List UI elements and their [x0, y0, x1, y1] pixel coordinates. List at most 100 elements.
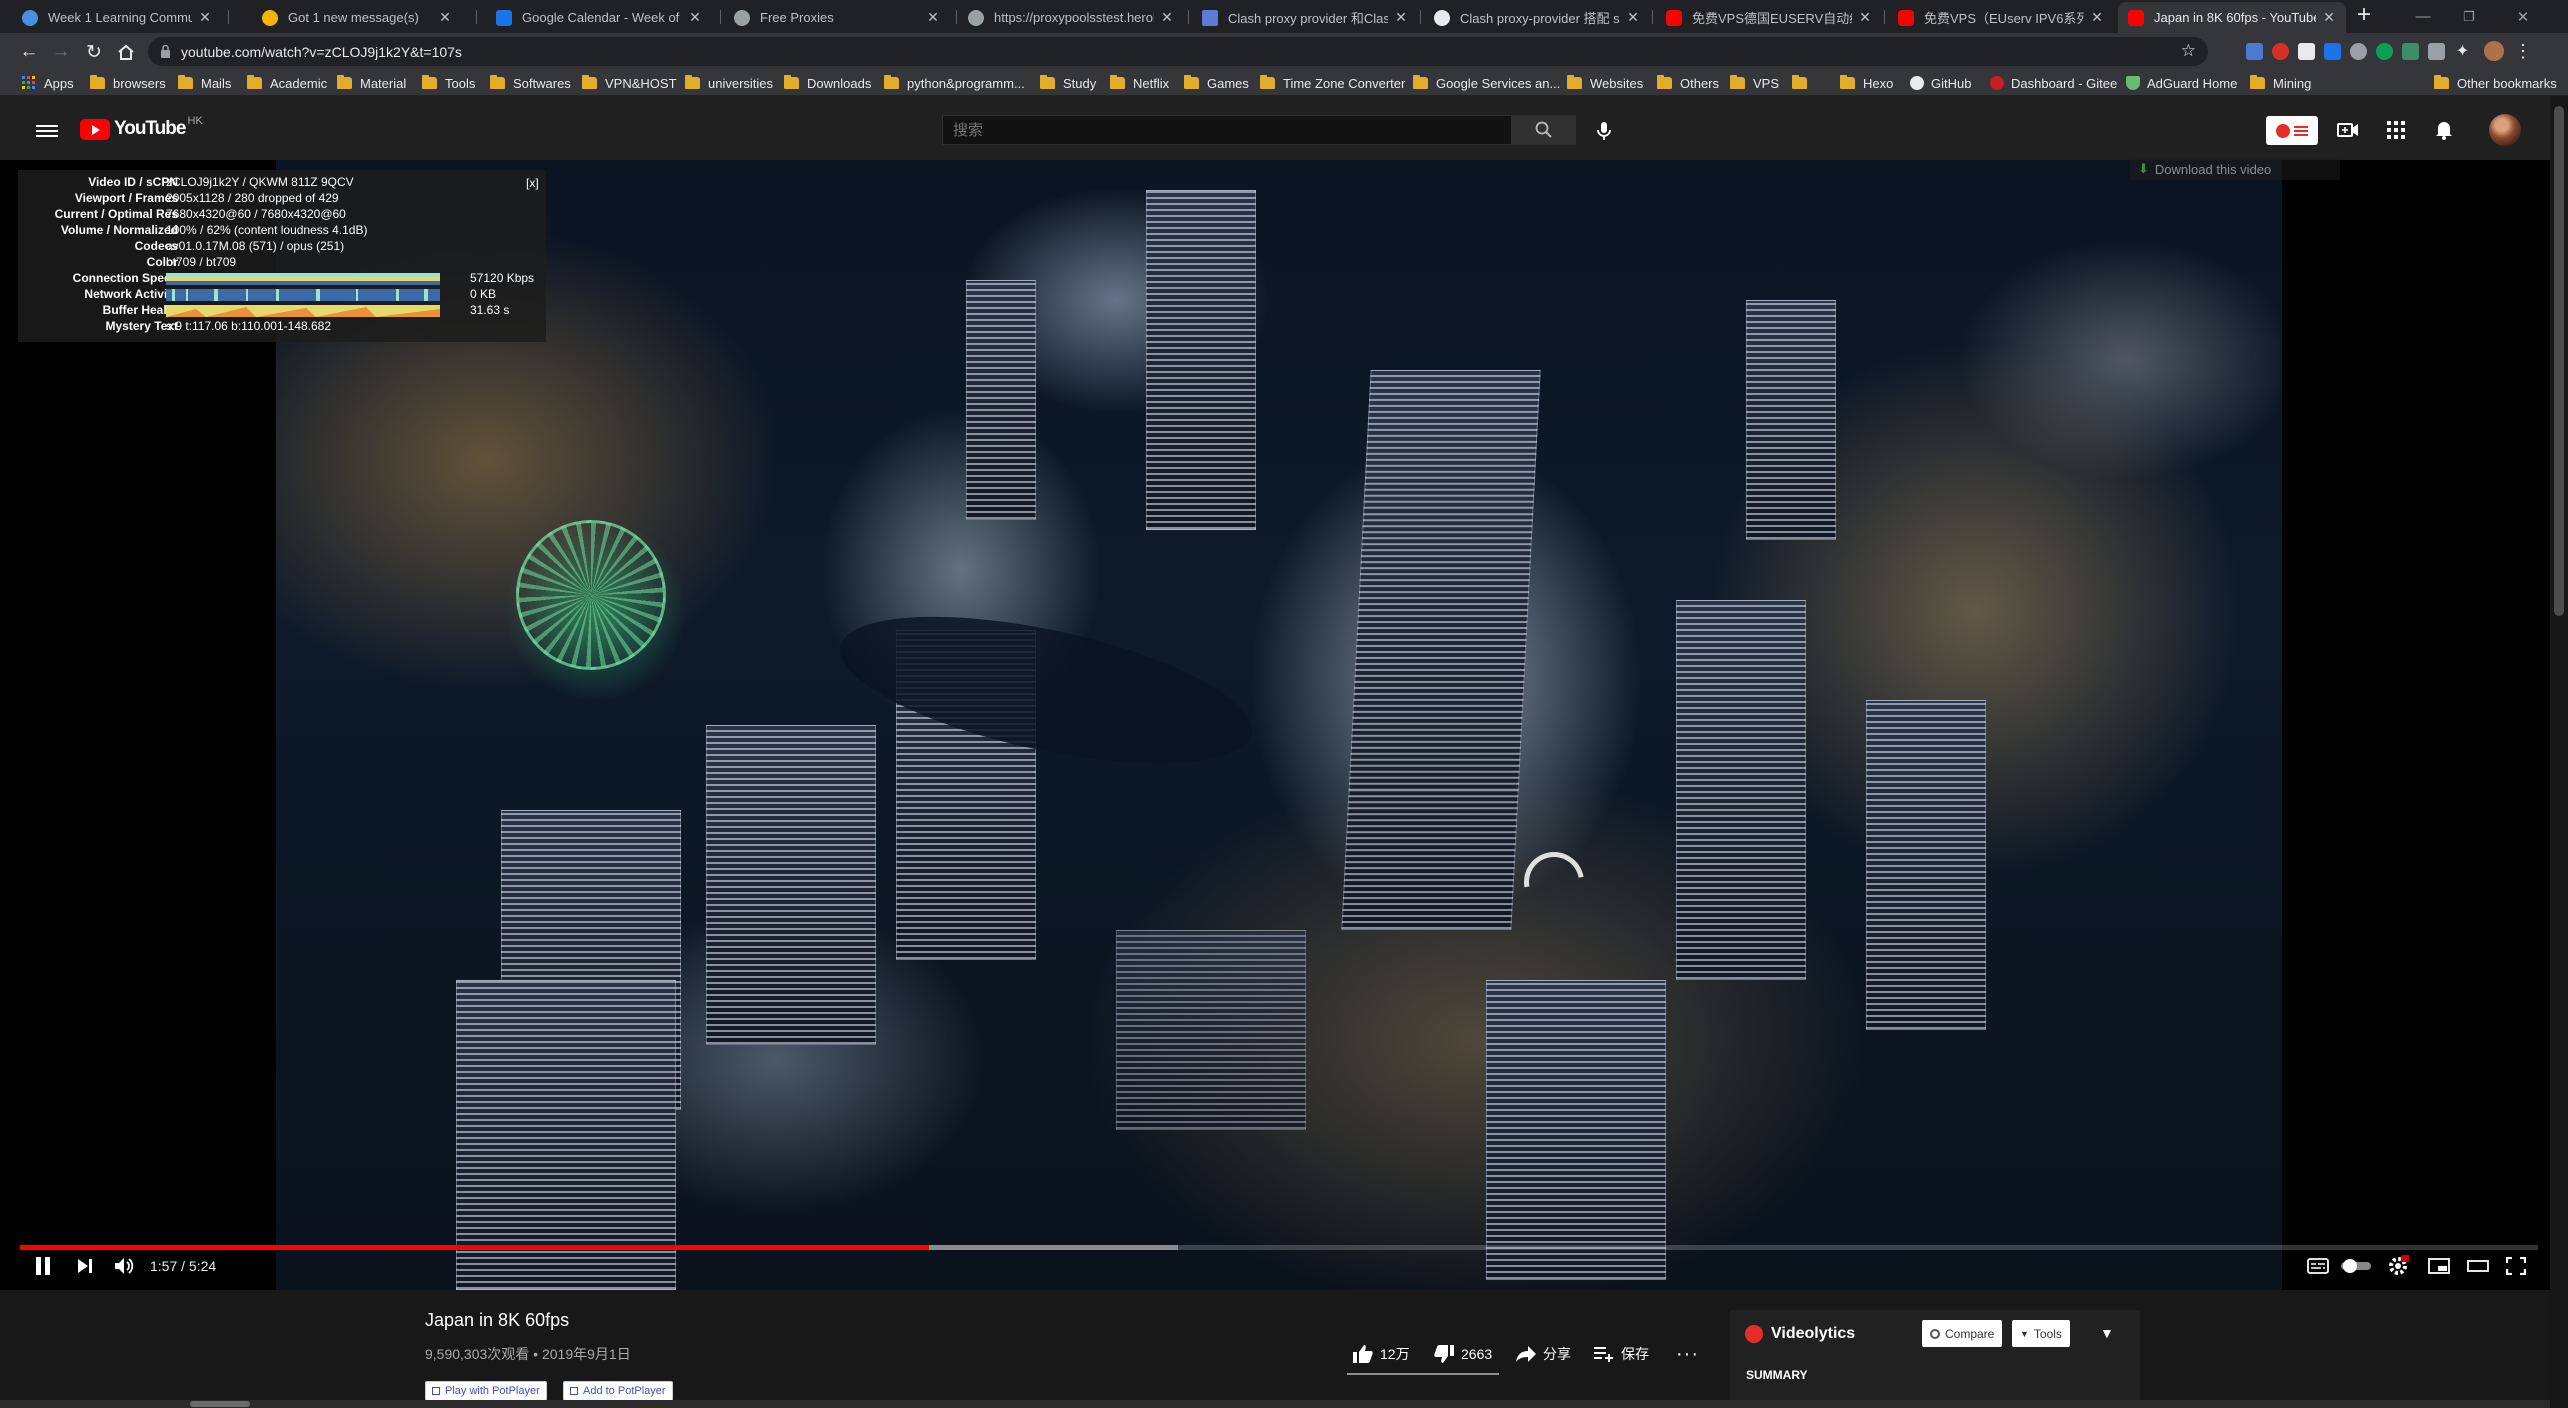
- back-icon[interactable]: ←: [16, 39, 42, 65]
- bookmark-folder-study[interactable]: Study: [1040, 74, 1096, 92]
- extension-globe-icon[interactable]: [2350, 43, 2367, 60]
- bookmark-folder-time-zone[interactable]: Time Zone Converter: [1260, 74, 1405, 92]
- horizontal-scrollbar[interactable]: [0, 1400, 2550, 1408]
- bookmark-gitee[interactable]: Dashboard - Gitee: [1990, 74, 2117, 92]
- window-close-icon[interactable]: ✕: [2500, 0, 2546, 33]
- search-input[interactable]: [942, 115, 1512, 145]
- tools-button[interactable]: ▼ Tools: [2012, 1320, 2070, 1347]
- videolytics-header-button[interactable]: [2266, 116, 2318, 145]
- profile-avatar-icon[interactable]: [2484, 41, 2504, 61]
- bookmark-folder-universities[interactable]: universities: [685, 74, 773, 92]
- dislike-button[interactable]: 2663: [1434, 1344, 1492, 1364]
- theater-mode-button[interactable]: [2466, 1256, 2490, 1276]
- extensions-puzzle-icon[interactable]: ✦: [2454, 43, 2471, 60]
- minimize-icon[interactable]: —: [2400, 0, 2446, 33]
- bookmark-folder-browsers[interactable]: browsers: [90, 74, 166, 92]
- bookmark-folder-unnamed[interactable]: [1792, 74, 1815, 92]
- fullscreen-button[interactable]: [2504, 1256, 2528, 1276]
- address-bar[interactable]: youtube.com/watch?v=zCLOJ9j1k2Y&t=107s ☆: [148, 37, 2208, 66]
- stats-value[interactable]: zCLOJ9j1k2Y / QKWM 811Z 9QCV: [166, 175, 354, 189]
- save-button[interactable]: 保存: [1594, 1344, 1649, 1364]
- bookmark-folder-academic[interactable]: Academic: [247, 74, 327, 92]
- close-tab-icon[interactable]: ✕: [2090, 9, 2104, 26]
- extension-translate-icon[interactable]: [2246, 43, 2263, 60]
- bookmark-folder-google-services[interactable]: Google Services an...: [1413, 74, 1560, 92]
- like-button[interactable]: 12万: [1353, 1344, 1410, 1364]
- reload-icon[interactable]: ↻: [81, 39, 107, 65]
- close-tab-icon[interactable]: ✕: [1858, 9, 1872, 26]
- bookmark-folder-other-bookmarks[interactable]: Other bookmarks: [2434, 74, 2557, 92]
- tab-messages[interactable]: Got 1 new message(s) ✕: [252, 2, 462, 33]
- bookmark-folder-vps[interactable]: VPS: [1730, 74, 1779, 92]
- close-tab-icon[interactable]: ✕: [1160, 9, 1174, 26]
- tab-clash-proxy-provider[interactable]: Clash proxy-provider 搭配 subc ✕: [1424, 2, 1650, 33]
- autoplay-toggle[interactable]: [2340, 1256, 2372, 1276]
- extension-chat-icon[interactable]: [2324, 43, 2341, 60]
- extension-screen-icon[interactable]: [2298, 43, 2315, 60]
- apps-button[interactable]: [2382, 116, 2410, 144]
- subtitles-button[interactable]: [2306, 1256, 2330, 1276]
- tab-euserv-1[interactable]: 免费VPS德国EUSERV自动续期 ✕: [1656, 2, 1882, 33]
- bookmark-star-icon[interactable]: ☆: [2181, 41, 2196, 61]
- bookmark-folder-tools[interactable]: Tools: [422, 74, 475, 92]
- volume-button[interactable]: [112, 1256, 138, 1276]
- download-video-bar[interactable]: ⬇ Download this video: [2130, 158, 2340, 180]
- extension-grammarly-icon[interactable]: [2376, 43, 2393, 60]
- close-tab-icon[interactable]: ✕: [198, 9, 212, 26]
- bookmark-folder-material[interactable]: Material: [337, 74, 406, 92]
- tab-free-proxies[interactable]: Free Proxies ✕: [724, 2, 950, 33]
- bookmark-folder-python[interactable]: python&programm...: [884, 74, 1025, 92]
- home-icon[interactable]: [113, 39, 139, 65]
- page-scrollbar[interactable]: [2550, 96, 2568, 1408]
- create-video-button[interactable]: [2334, 116, 2362, 144]
- extension-green-icon[interactable]: [2402, 43, 2419, 60]
- scrollbar-thumb[interactable]: [190, 1401, 250, 1407]
- tab-clash-provider[interactable]: Clash proxy provider 和Clash订 ✕: [1192, 2, 1418, 33]
- compare-button[interactable]: Compare: [1922, 1320, 2003, 1347]
- extension-adblock-icon[interactable]: [2272, 43, 2289, 60]
- extension-cursor-icon[interactable]: [2428, 43, 2445, 60]
- close-tab-icon[interactable]: ✕: [438, 9, 452, 26]
- bookmark-adguard[interactable]: AdGuard Home: [2126, 74, 2237, 92]
- share-button[interactable]: 分享: [1516, 1344, 1571, 1364]
- bookmark-folder-websites[interactable]: Websites: [1567, 74, 1643, 92]
- notifications-button[interactable]: [2430, 116, 2458, 144]
- stats-close-button[interactable]: [x]: [526, 176, 539, 190]
- settings-button[interactable]: [2384, 1255, 2412, 1276]
- tab-week1[interactable]: Week 1 Learning Community M ✕: [12, 2, 222, 33]
- bookmark-folder-downloads[interactable]: Downloads: [784, 74, 871, 92]
- bookmark-github[interactable]: GitHub: [1910, 74, 1971, 92]
- tab-proxypool[interactable]: https://proxypoolsstest.heroku... ✕: [958, 2, 1184, 33]
- tab-google-calendar[interactable]: Google Calendar - Week of 18 ✕: [486, 2, 712, 33]
- miniplayer-button[interactable]: [2426, 1256, 2452, 1276]
- bookmark-folder-netflix[interactable]: Netflix: [1110, 74, 1169, 92]
- next-button[interactable]: [74, 1256, 96, 1276]
- hamburger-menu-icon[interactable]: [36, 122, 58, 140]
- close-tab-icon[interactable]: ✕: [688, 9, 702, 26]
- forward-icon[interactable]: →: [48, 39, 74, 65]
- bookmark-folder-games[interactable]: Games: [1184, 74, 1249, 92]
- close-tab-icon[interactable]: ✕: [2322, 9, 2336, 26]
- bookmark-folder-hexo[interactable]: Hexo: [1840, 74, 1893, 92]
- voice-search-button[interactable]: [1590, 117, 1618, 145]
- bookmark-folder-mails[interactable]: Mails: [178, 74, 231, 92]
- search-button[interactable]: [1512, 115, 1576, 145]
- bookmark-apps[interactable]: Apps: [22, 74, 74, 92]
- close-tab-icon[interactable]: ✕: [1626, 9, 1640, 26]
- tab-japan-8k-active[interactable]: Japan in 8K 60fps - YouTube ✕: [2118, 2, 2346, 33]
- browser-menu-icon[interactable]: ⋮: [2514, 42, 2532, 60]
- youtube-logo[interactable]: YouTube HK: [80, 115, 203, 140]
- video-frame[interactable]: [276, 160, 2282, 1290]
- tab-euserv-2[interactable]: 免费VPS（EUserv IPV6系列1） ✕: [1888, 2, 2114, 33]
- bookmark-folder-vpn-host[interactable]: VPN&HOST: [582, 74, 677, 92]
- videolytics-collapse-button[interactable]: ▼: [2100, 1323, 2114, 1343]
- bookmark-folder-softwares[interactable]: Softwares: [490, 74, 571, 92]
- bookmark-folder-others[interactable]: Others: [1657, 74, 1719, 92]
- new-tab-button[interactable]: +: [2352, 3, 2376, 28]
- more-actions-button[interactable]: ···: [1676, 1343, 1699, 1365]
- pause-button[interactable]: [32, 1256, 54, 1276]
- maximize-icon[interactable]: ❐: [2446, 0, 2492, 33]
- progress-bar[interactable]: [20, 1245, 2538, 1250]
- close-tab-icon[interactable]: ✕: [926, 9, 940, 26]
- close-tab-icon[interactable]: ✕: [1394, 9, 1408, 26]
